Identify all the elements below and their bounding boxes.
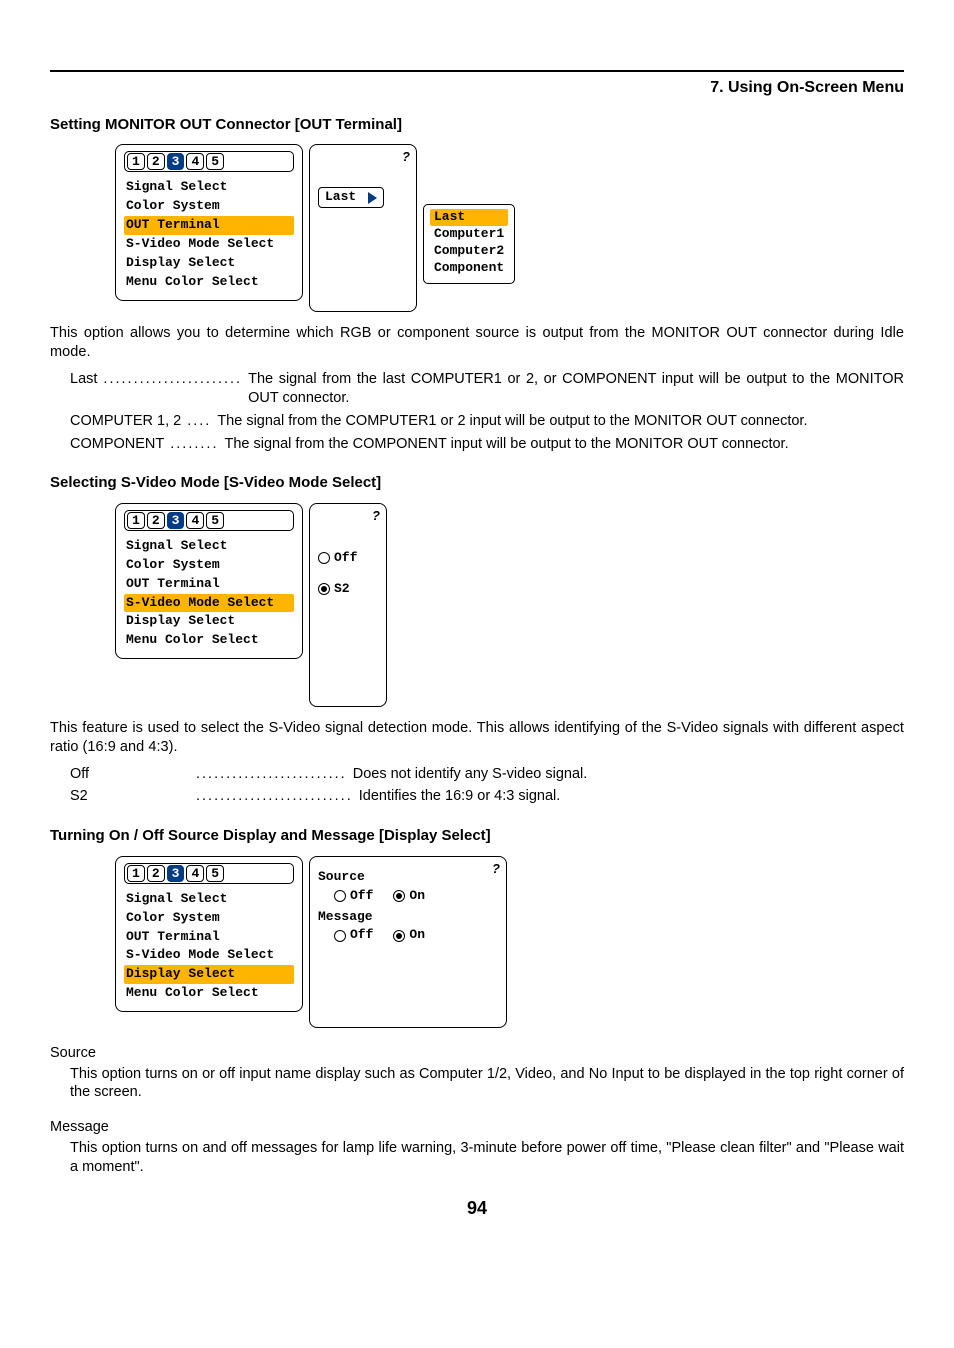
osd-tabs: 1 2 3 4 5 <box>124 863 294 884</box>
osd-item[interactable]: Signal Select <box>124 178 294 197</box>
radio-icon <box>318 583 330 595</box>
osd-item[interactable]: Display Select <box>124 612 294 631</box>
osd-item[interactable]: Signal Select <box>124 890 294 909</box>
osd-option[interactable]: Component <box>430 260 508 277</box>
osd-tab[interactable]: 3 <box>167 512 185 529</box>
osd-tab[interactable]: 4 <box>186 865 204 882</box>
def-term: COMPUTER 1, 2 <box>70 412 187 431</box>
sub-heading: Message <box>50 1118 934 1137</box>
section-title-out-terminal: Setting MONITOR OUT Connector [OUT Termi… <box>50 115 934 135</box>
osd-item[interactable]: Display Select <box>124 254 294 273</box>
osd-item[interactable]: Display Select <box>124 965 294 984</box>
def-dots: ........ <box>170 435 224 454</box>
osd-item[interactable]: Menu Color Select <box>124 273 294 292</box>
def-term: Last <box>70 370 103 389</box>
osd-tab[interactable]: 2 <box>147 865 165 882</box>
radio-icon <box>393 930 405 942</box>
osd-item[interactable]: Menu Color Select <box>124 631 294 650</box>
help-icon[interactable]: ? <box>402 149 410 166</box>
osd-option[interactable]: Computer1 <box>430 226 508 243</box>
osd-tab[interactable]: 5 <box>206 153 224 170</box>
osd-item[interactable]: Color System <box>124 556 294 575</box>
osd-radio[interactable]: Off <box>318 550 378 567</box>
help-icon[interactable]: ? <box>492 861 500 878</box>
header-rule <box>50 70 904 72</box>
osd-tabs: 1 2 3 4 5 <box>124 510 294 531</box>
section-title-display-select: Turning On / Off Source Display and Mess… <box>50 826 934 846</box>
osd-item[interactable]: Menu Color Select <box>124 984 294 1003</box>
osd-tab[interactable]: 1 <box>127 865 145 882</box>
osd-item[interactable]: Signal Select <box>124 537 294 556</box>
def-dots: ......................... <box>196 765 353 784</box>
osd-group-title: Source <box>318 867 498 886</box>
osd-item[interactable]: Color System <box>124 197 294 216</box>
def-term: Off <box>70 765 196 784</box>
osd-tabs: 1 2 3 4 5 <box>124 151 294 172</box>
radio-icon <box>334 890 346 902</box>
osd-tab[interactable]: 5 <box>206 512 224 529</box>
help-icon[interactable]: ? <box>372 508 380 525</box>
radio-icon <box>334 930 346 942</box>
radio-label: Off <box>350 888 373 905</box>
osd-option-popup: Last Computer1 Computer2 Component <box>423 204 515 284</box>
triangle-right-icon <box>368 192 377 204</box>
osd-option[interactable]: Last <box>430 209 508 226</box>
osd-tab[interactable]: 5 <box>206 865 224 882</box>
def-val: The signal from the COMPUTER1 or 2 input… <box>217 412 904 431</box>
def-val: Identifies the 16:9 or 4:3 signal. <box>359 787 904 806</box>
osd-tab[interactable]: 3 <box>167 153 185 170</box>
page-number: 94 <box>20 1197 934 1220</box>
osd-item[interactable]: S-Video Mode Select <box>124 235 294 254</box>
osd-item[interactable]: Color System <box>124 909 294 928</box>
sub-desc: This option turns on or off input name d… <box>70 1065 904 1103</box>
osd-item[interactable]: OUT Terminal <box>124 928 294 947</box>
osd-screenshot-display-select: 1 2 3 4 5 Signal Select Color System OUT… <box>115 856 934 1028</box>
def-dots: .......................... <box>196 787 359 806</box>
osd-item[interactable]: S-Video Mode Select <box>124 946 294 965</box>
sub-heading: Source <box>50 1044 934 1063</box>
radio-label: Off <box>334 550 357 567</box>
osd-tab[interactable]: 4 <box>186 512 204 529</box>
osd-radio[interactable]: On <box>393 888 425 905</box>
radio-icon <box>318 552 330 564</box>
section-title-svideo: Selecting S-Video Mode [S-Video Mode Sel… <box>50 473 934 493</box>
radio-label: Off <box>350 927 373 944</box>
osd-radio[interactable]: S2 <box>318 581 378 598</box>
osd-radio[interactable]: Off <box>334 888 373 905</box>
def-term: COMPONENT <box>70 435 170 454</box>
def-dots: ....................... <box>103 370 248 389</box>
osd-radio[interactable]: On <box>393 927 425 944</box>
radio-label: On <box>409 888 425 905</box>
osd-tab[interactable]: 1 <box>127 512 145 529</box>
radio-label: On <box>409 927 425 944</box>
osd-item[interactable]: OUT Terminal <box>124 575 294 594</box>
osd-screenshot-out-terminal: 1 2 3 4 5 Signal Select Color System OUT… <box>115 144 934 312</box>
osd-group-title: Message <box>318 907 498 926</box>
osd-tab[interactable]: 2 <box>147 153 165 170</box>
def-val: Does not identify any S-video signal. <box>353 765 904 784</box>
osd-value-text: Last <box>325 189 356 206</box>
osd-option[interactable]: Computer2 <box>430 243 508 260</box>
osd-item[interactable]: S-Video Mode Select <box>124 594 294 613</box>
osd-tab[interactable]: 3 <box>167 865 185 882</box>
def-val: The signal from the COMPONENT input will… <box>224 435 904 454</box>
osd-item[interactable]: OUT Terminal <box>124 216 294 235</box>
def-dots: .... <box>187 412 217 431</box>
section-intro: This feature is used to select the S-Vid… <box>50 719 904 757</box>
osd-value-field[interactable]: Last <box>318 187 384 208</box>
sub-desc: This option turns on and off messages fo… <box>70 1139 904 1177</box>
osd-tab[interactable]: 1 <box>127 153 145 170</box>
radio-label: S2 <box>334 581 350 598</box>
chapter-heading: 7. Using On-Screen Menu <box>20 78 904 99</box>
osd-screenshot-svideo: 1 2 3 4 5 Signal Select Color System OUT… <box>115 503 934 707</box>
osd-tab[interactable]: 2 <box>147 512 165 529</box>
def-term: S2 <box>70 787 196 806</box>
def-val: The signal from the last COMPUTER1 or 2,… <box>248 370 904 408</box>
osd-radio[interactable]: Off <box>334 927 373 944</box>
osd-tab[interactable]: 4 <box>186 153 204 170</box>
section-intro: This option allows you to determine whic… <box>50 324 904 362</box>
radio-icon <box>393 890 405 902</box>
